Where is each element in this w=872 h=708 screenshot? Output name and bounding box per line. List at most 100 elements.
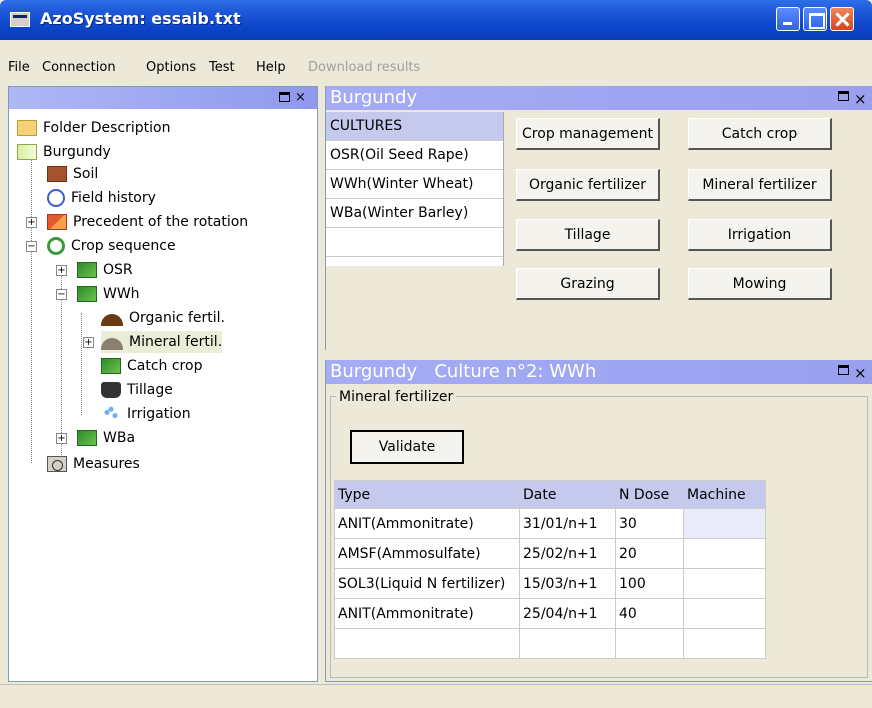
table-row[interactable]: AMSF(Ammosulfate) 25/02/n+1 20 [334, 538, 766, 569]
crop-icon [77, 262, 97, 278]
collapse-icon[interactable]: − [26, 241, 37, 252]
expand-icon[interactable]: + [56, 433, 67, 444]
table-row[interactable]: SOL3(Liquid N fertilizer) 15/03/n+1 100 [334, 568, 766, 599]
title-bar[interactable]: AzoSystem: essaib.txt [0, 0, 872, 40]
dose-cell[interactable]: 20 [615, 538, 684, 569]
menu-options[interactable]: Options [146, 60, 196, 75]
window-title: AzoSystem: essaib.txt [40, 9, 241, 28]
tree-item-crop-sequence[interactable]: Crop sequence [47, 235, 176, 257]
list-item[interactable] [326, 228, 503, 257]
tree-item-site[interactable]: Burgundy [17, 141, 111, 163]
type-cell[interactable]: ANIT(Ammonitrate) [334, 508, 520, 539]
machine-cell[interactable] [683, 538, 766, 569]
date-cell[interactable]: 31/01/n+1 [519, 508, 616, 539]
tree-item-wwh[interactable]: WWh [77, 283, 140, 305]
column-header-machine[interactable]: Machine [683, 480, 766, 509]
water-drops-icon [101, 406, 121, 422]
machine-cell[interactable] [683, 628, 766, 659]
tree-item-precedent[interactable]: Precedent of the rotation [47, 211, 248, 233]
tree-item-folder[interactable]: Folder Description [17, 117, 170, 139]
tree-item-label: Irrigation [127, 406, 191, 422]
type-cell[interactable]: SOL3(Liquid N fertilizer) [334, 568, 520, 599]
date-cell[interactable]: 15/03/n+1 [519, 568, 616, 599]
column-header-type[interactable]: Type [334, 480, 520, 509]
mineral-fertilizer-button[interactable]: Mineral fertilizer [688, 169, 832, 201]
tree-item-label: Soil [73, 166, 99, 182]
irrigation-button[interactable]: Irrigation [688, 219, 832, 251]
culture-panel-close-button[interactable]: × [854, 361, 867, 385]
tree-item-tillage[interactable]: Tillage [101, 379, 173, 401]
expand-icon[interactable]: + [26, 217, 37, 228]
date-cell[interactable] [519, 628, 616, 659]
menu-help[interactable]: Help [256, 60, 286, 75]
minimize-button[interactable] [776, 7, 800, 31]
tree-item-measures[interactable]: Measures [47, 453, 140, 475]
crop-management-button[interactable]: Crop management [516, 118, 660, 150]
tree-item-label: Crop sequence [71, 238, 176, 254]
list-item[interactable]: WBa(Winter Barley) [326, 199, 503, 228]
organic-fertilizer-icon [101, 314, 123, 326]
column-header-n-dose[interactable]: N Dose [615, 480, 684, 509]
dose-cell[interactable]: 100 [615, 568, 684, 599]
grazing-button[interactable]: Grazing [516, 268, 660, 300]
group-label: Mineral fertilizer [336, 389, 457, 405]
type-cell[interactable]: AMSF(Ammosulfate) [334, 538, 520, 569]
column-header-date[interactable]: Date [519, 480, 616, 509]
dock-icon[interactable] [279, 92, 290, 102]
maximize-button[interactable] [803, 7, 827, 31]
tree-item-label: Burgundy [43, 144, 111, 160]
type-cell[interactable] [334, 628, 520, 659]
validate-button[interactable]: Validate [350, 430, 464, 464]
table-row[interactable]: ANIT(Ammonitrate) 25/04/n+1 40 [334, 598, 766, 629]
close-button[interactable] [830, 7, 854, 31]
tree-item-soil[interactable]: Soil [47, 163, 98, 185]
dose-cell[interactable]: 40 [615, 598, 684, 629]
tractor-icon [101, 382, 121, 398]
folder-icon [17, 120, 37, 136]
menu-test[interactable]: Test [209, 60, 235, 75]
tillage-button[interactable]: Tillage [516, 219, 660, 251]
tree-item-label: Mineral fertil. [129, 334, 223, 350]
collapse-icon[interactable]: − [56, 289, 67, 300]
tree-item-osr[interactable]: OSR [77, 259, 133, 281]
tree-item-label: OSR [103, 262, 133, 278]
mowing-button[interactable]: Mowing [688, 268, 832, 300]
date-cell[interactable]: 25/02/n+1 [519, 538, 616, 569]
tree-item-label: Tillage [127, 382, 173, 398]
site-panel-title: Burgundy [330, 87, 418, 108]
type-cell[interactable]: ANIT(Ammonitrate) [334, 598, 520, 629]
list-item[interactable]: WWh(Winter Wheat) [326, 170, 503, 199]
tree-item-field-history[interactable]: Field history [47, 187, 156, 209]
expand-icon[interactable]: + [56, 265, 67, 276]
tree-item-catch-crop[interactable]: Catch crop [101, 355, 202, 377]
menu-connection[interactable]: Connection [42, 60, 116, 75]
organic-fertilizer-button[interactable]: Organic fertilizer [516, 169, 660, 201]
cycle-icon [47, 237, 65, 255]
tree-item-organic[interactable]: Organic fertil. [101, 307, 225, 329]
site-panel-close-button[interactable]: × [854, 87, 867, 111]
tree-item-mineral[interactable]: Mineral fertil. [101, 331, 223, 353]
machine-cell[interactable] [683, 568, 766, 599]
list-item[interactable]: OSR(Oil Seed Rape) [326, 141, 503, 170]
table-row[interactable] [334, 628, 766, 659]
dose-cell[interactable]: 30 [615, 508, 684, 539]
status-bar [0, 684, 872, 708]
dock-icon[interactable] [838, 91, 849, 101]
tree-panel-header: × [9, 87, 317, 109]
tree-item-label: WBa [103, 430, 136, 446]
table-row[interactable]: ANIT(Ammonitrate) 31/01/n+1 30 [334, 508, 766, 539]
machine-cell[interactable] [683, 508, 766, 539]
expand-icon[interactable]: + [83, 337, 94, 348]
machine-cell[interactable] [683, 598, 766, 629]
tree-close-button[interactable]: × [295, 90, 306, 105]
fertilizer-table: Type Date N Dose Machine ANIT(Ammonitrat… [334, 480, 766, 659]
tree-item-irrigation[interactable]: Irrigation [101, 403, 191, 425]
date-cell[interactable]: 25/04/n+1 [519, 598, 616, 629]
dose-cell[interactable] [615, 628, 684, 659]
menu-file[interactable]: File [8, 60, 30, 75]
dock-icon[interactable] [838, 365, 849, 375]
catch-crop-button[interactable]: Catch crop [688, 118, 832, 150]
tree-item-wba[interactable]: WBa [77, 427, 135, 449]
tree-item-label: Field history [71, 190, 156, 206]
gauge-icon [47, 456, 67, 472]
